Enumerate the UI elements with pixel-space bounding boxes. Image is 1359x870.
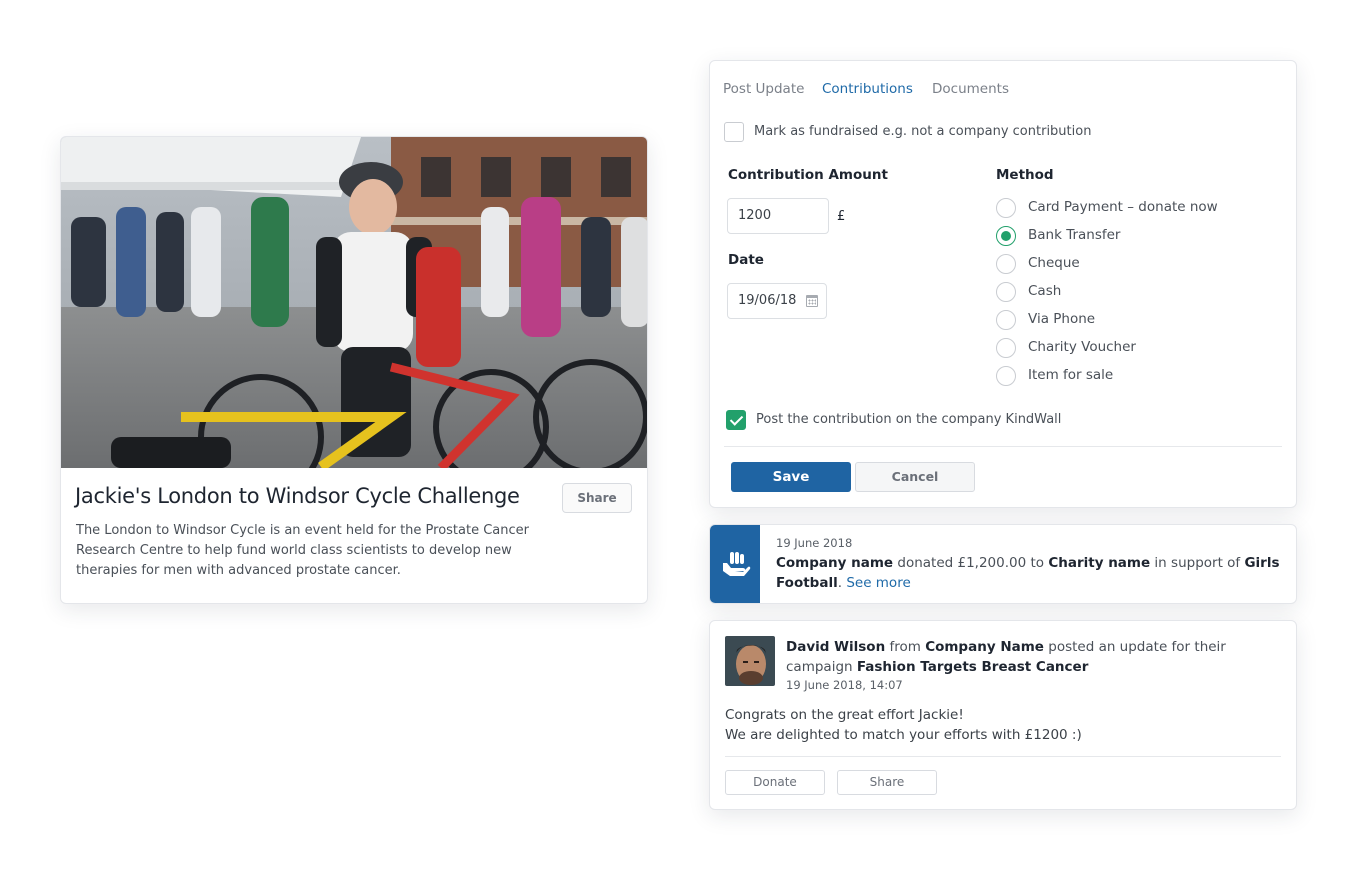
post-body-line: Congrats on the great effort Jackie! xyxy=(725,707,964,723)
radio-button[interactable] xyxy=(996,310,1016,330)
cancel-button[interactable]: Cancel xyxy=(855,462,975,492)
activity-support-text: in support of xyxy=(1150,555,1245,571)
kindwall-label: Post the contribution on the company Kin… xyxy=(756,412,1062,427)
save-button[interactable]: Save xyxy=(731,462,851,492)
activity-icon-panel xyxy=(710,525,760,603)
company-name[interactable]: Company Name xyxy=(925,639,1044,655)
radio-button[interactable] xyxy=(996,366,1016,386)
tab-documents[interactable]: Documents xyxy=(932,81,1009,97)
method-label: Method xyxy=(996,167,1054,183)
post-header: David Wilson from Company Name posted an… xyxy=(786,637,1286,677)
method-option-label: Card Payment – donate now xyxy=(1028,199,1218,215)
radio-button[interactable] xyxy=(996,254,1016,274)
radio-button-selected[interactable] xyxy=(996,226,1016,246)
contribution-form-card: Post Update Contributions Documents Mark… xyxy=(709,60,1297,508)
radio-button[interactable] xyxy=(996,338,1016,358)
hand-heart-icon xyxy=(723,552,751,576)
post-body: Congrats on the great effort Jackie! We … xyxy=(725,705,1082,745)
radio-button[interactable] xyxy=(996,198,1016,218)
activity-verb: donated £1,200.00 to xyxy=(893,555,1049,571)
post-from-text: from xyxy=(885,639,926,655)
author-avatar-image xyxy=(725,636,775,686)
currency-symbol: £ xyxy=(837,209,846,224)
tab-contributions[interactable]: Contributions xyxy=(822,81,913,97)
post-body-line: We are delighted to match your efforts w… xyxy=(725,727,1082,743)
date-input[interactable]: 19/06/18 xyxy=(727,283,827,319)
form-divider xyxy=(724,446,1282,447)
amount-label: Contribution Amount xyxy=(728,167,888,183)
post-divider xyxy=(725,756,1281,757)
method-option-label: Via Phone xyxy=(1028,311,1096,327)
donate-button[interactable]: Donate xyxy=(725,770,825,795)
author-name[interactable]: David Wilson xyxy=(786,639,885,655)
cyclists-photo-image xyxy=(61,137,647,468)
company-name[interactable]: Company name xyxy=(776,555,893,571)
share-button[interactable]: Share xyxy=(837,770,937,795)
campaign-description: The London to Windsor Cycle is an event … xyxy=(76,523,529,578)
campaign-card: Jackie's London to Windsor Cycle Challen… xyxy=(60,136,648,604)
avatar[interactable] xyxy=(725,636,775,686)
donation-activity-card: 19 June 2018 Company name donated £1,200… xyxy=(709,524,1297,604)
date-value: 19/06/18 xyxy=(738,293,797,308)
share-button[interactable]: Share xyxy=(562,483,632,513)
fundraised-checkbox[interactable] xyxy=(724,122,744,142)
method-option-label: Cash xyxy=(1028,283,1062,299)
campaign-update-post: David Wilson from Company Name posted an… xyxy=(709,620,1297,810)
campaign-photo xyxy=(61,137,647,468)
campaign-name[interactable]: Fashion Targets Breast Cancer xyxy=(857,659,1089,675)
method-option-label: Bank Transfer xyxy=(1028,227,1121,243)
tab-post-update[interactable]: Post Update xyxy=(723,81,804,97)
method-option-label: Item for sale xyxy=(1028,367,1114,383)
kindwall-checkbox[interactable] xyxy=(726,410,746,430)
post-timestamp: 19 June 2018, 14:07 xyxy=(786,678,903,692)
campaign-title: Jackie's London to Windsor Cycle Challen… xyxy=(75,484,520,508)
see-more-link[interactable]: See more xyxy=(846,575,910,591)
activity-text: Company name donated £1,200.00 to Charit… xyxy=(776,553,1281,593)
method-option-label: Charity Voucher xyxy=(1028,339,1136,355)
amount-input[interactable]: 1200 xyxy=(727,198,829,234)
date-label: Date xyxy=(728,252,764,268)
charity-name[interactable]: Charity name xyxy=(1048,555,1150,571)
radio-button[interactable] xyxy=(996,282,1016,302)
calendar-icon[interactable] xyxy=(806,295,818,307)
activity-date: 19 June 2018 xyxy=(776,536,853,550)
fundraised-label: Mark as fundraised e.g. not a company co… xyxy=(754,124,1092,139)
method-option-label: Cheque xyxy=(1028,255,1080,271)
